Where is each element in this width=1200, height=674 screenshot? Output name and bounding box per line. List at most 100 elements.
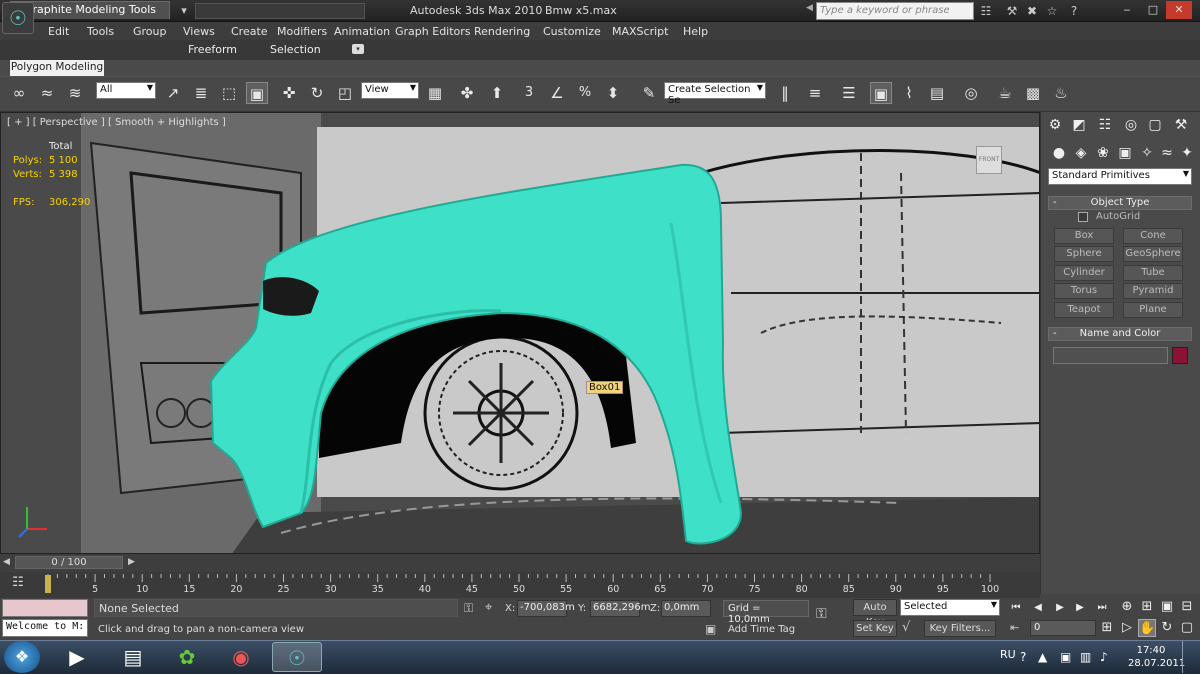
x-coordinate-field[interactable]: -700,083m: [517, 600, 575, 617]
object-color-swatch[interactable]: [1172, 347, 1188, 364]
quick-access-dropdown-icon[interactable]: ▾: [176, 3, 192, 19]
start-button[interactable]: ❖: [4, 641, 40, 673]
set-key-button[interactable]: Set Key: [853, 620, 897, 637]
show-desktop-button[interactable]: [1182, 641, 1196, 673]
systems-icon[interactable]: ✦: [1176, 142, 1198, 164]
maximize-viewport-icon[interactable]: ▢: [1178, 619, 1196, 637]
geosphere-button[interactable]: GeoSphere: [1123, 246, 1183, 262]
zoom-extents-icon[interactable]: ▣: [1158, 598, 1176, 616]
next-frame-icon[interactable]: ▶: [1072, 601, 1088, 615]
communication-center-icon[interactable]: ✖: [1024, 3, 1040, 19]
polygon-modeling-panel[interactable]: Polygon Modeling: [10, 60, 104, 76]
render-production-icon[interactable]: ♨: [1050, 82, 1072, 104]
pyramid-button[interactable]: Pyramid: [1123, 283, 1183, 299]
favorites-icon[interactable]: ☆: [1044, 3, 1060, 19]
curve-editor-icon[interactable]: ⌇: [898, 82, 920, 104]
search-input[interactable]: Type a keyword or phrase: [816, 2, 974, 20]
viewcube[interactable]: FRONT: [976, 146, 1002, 174]
time-tag-icon[interactable]: ▣: [705, 622, 716, 636]
zoom-all-icon[interactable]: ⊞: [1138, 598, 1156, 616]
menu-group[interactable]: Group: [133, 24, 167, 39]
mirror-icon[interactable]: ‖: [774, 82, 796, 104]
pan-view-icon[interactable]: ✋: [1138, 619, 1156, 637]
tray-help-icon[interactable]: ?: [1020, 650, 1026, 664]
menu-create[interactable]: Create: [231, 24, 268, 39]
sphere-button[interactable]: Sphere: [1054, 246, 1114, 262]
name-and-color-rollout[interactable]: - Name and Color: [1048, 327, 1192, 341]
edit-named-selection-icon[interactable]: ✎: [638, 82, 660, 104]
field-of-view-icon[interactable]: ⊞: [1098, 619, 1116, 637]
menu-animation[interactable]: Animation: [334, 24, 390, 39]
named-selection-dropdown[interactable]: Create Selection Se ▼: [664, 82, 766, 106]
menu-maxscript[interactable]: MAXScript: [612, 24, 668, 39]
icq-icon[interactable]: ✿: [162, 642, 212, 672]
time-slider-next-icon[interactable]: ▶: [128, 557, 135, 567]
3ds-max-taskbar-icon[interactable]: ☉: [272, 642, 322, 672]
tray-volume-icon[interactable]: ♪: [1100, 650, 1108, 664]
reference-coordinate-dropdown[interactable]: View ▼: [361, 82, 419, 99]
cameras-icon[interactable]: ▣: [1114, 142, 1136, 164]
lights-icon[interactable]: ❀: [1092, 142, 1114, 164]
layer-manager-icon[interactable]: ☰: [838, 82, 860, 104]
viewport-label[interactable]: [ + ] [ Perspective ] [ Smooth + Highlig…: [7, 117, 226, 128]
menu-tools[interactable]: Tools: [87, 24, 114, 39]
rectangular-selection-icon[interactable]: ⬚: [218, 82, 240, 104]
cylinder-button[interactable]: Cylinder: [1054, 265, 1114, 281]
graphite-toggle-icon[interactable]: ▣: [870, 82, 892, 104]
modify-tab-icon[interactable]: ◩: [1068, 114, 1090, 136]
y-coordinate-field[interactable]: 6682,296m: [590, 600, 650, 617]
menu-modifiers[interactable]: Modifiers: [277, 24, 327, 39]
cone-button[interactable]: Cone: [1123, 228, 1183, 244]
menu-customize[interactable]: Customize: [543, 24, 601, 39]
window-crossing-icon[interactable]: ▣: [246, 82, 268, 104]
display-tab-icon[interactable]: ▢: [1144, 114, 1166, 136]
previous-frame-icon[interactable]: ◀: [1030, 601, 1046, 615]
media-player-icon[interactable]: ▶: [52, 642, 102, 672]
material-editor-icon[interactable]: ◎: [960, 82, 982, 104]
select-and-scale-icon[interactable]: ◰: [334, 82, 356, 104]
close-button[interactable]: ✕: [1166, 1, 1192, 19]
maxscript-input[interactable]: Welcome to M:: [2, 619, 88, 637]
select-and-manipulate-icon[interactable]: ✤: [456, 82, 478, 104]
selection-lock-icon[interactable]: ⚿: [464, 601, 473, 616]
orbit-icon[interactable]: ↻: [1158, 619, 1176, 637]
zoom-icon[interactable]: ⊕: [1118, 598, 1136, 616]
key-mode-toggle-icon[interactable]: ⇤: [1010, 621, 1019, 634]
align-icon[interactable]: ≡: [804, 82, 826, 104]
tube-button[interactable]: Tube: [1123, 265, 1183, 281]
box-button[interactable]: Box: [1054, 228, 1114, 244]
project-selector[interactable]: [195, 3, 365, 19]
binoculars-icon[interactable]: ☷: [978, 3, 994, 19]
search-expand-icon[interactable]: ◀: [806, 3, 813, 13]
mini-curve-editor-icon[interactable]: ☷: [8, 575, 28, 593]
plane-button[interactable]: Plane: [1123, 302, 1183, 318]
time-slider-prev-icon[interactable]: ◀: [3, 557, 10, 567]
select-and-link-icon[interactable]: ∞: [8, 82, 30, 104]
ribbon-minimize-icon[interactable]: ▾: [352, 44, 364, 54]
tray-expand-icon[interactable]: ▲: [1038, 650, 1047, 664]
teapot-button[interactable]: Teapot: [1054, 302, 1114, 318]
chrome-icon[interactable]: ◉: [216, 642, 266, 672]
helpers-icon[interactable]: ✧: [1136, 142, 1158, 164]
object-category-dropdown[interactable]: Standard Primitives ▼: [1048, 168, 1192, 185]
auto-key-button[interactable]: Auto Key: [853, 599, 897, 628]
z-coordinate-field[interactable]: 0,0mm: [661, 600, 711, 617]
selection-filter-dropdown[interactable]: All ▼: [96, 82, 156, 99]
help-icon[interactable]: ?: [1066, 3, 1082, 19]
app-logo-button[interactable]: ☉: [2, 2, 34, 34]
subscription-center-icon[interactable]: ⚒: [1004, 3, 1020, 19]
schematic-view-icon[interactable]: ▤: [926, 82, 948, 104]
hierarchy-tab-icon[interactable]: ☷: [1094, 114, 1116, 136]
percent-snap-icon[interactable]: %: [574, 82, 596, 104]
zoom-extents-all-icon[interactable]: ⊟: [1178, 598, 1196, 616]
file-explorer-icon[interactable]: ▤: [108, 642, 158, 672]
select-and-rotate-icon[interactable]: ↻: [306, 82, 328, 104]
create-tab-icon[interactable]: ⚙: [1044, 114, 1066, 136]
go-to-start-icon[interactable]: ⏮: [1008, 601, 1024, 615]
snaps-toggle-icon[interactable]: 3: [518, 82, 540, 104]
select-object-icon[interactable]: ↗: [162, 82, 184, 104]
add-time-tag-button[interactable]: Add Time Tag: [728, 624, 795, 635]
spinner-snap-icon[interactable]: ⬍: [602, 82, 624, 104]
geometry-icon[interactable]: ●: [1048, 142, 1070, 164]
space-warps-icon[interactable]: ≈: [1156, 142, 1178, 164]
